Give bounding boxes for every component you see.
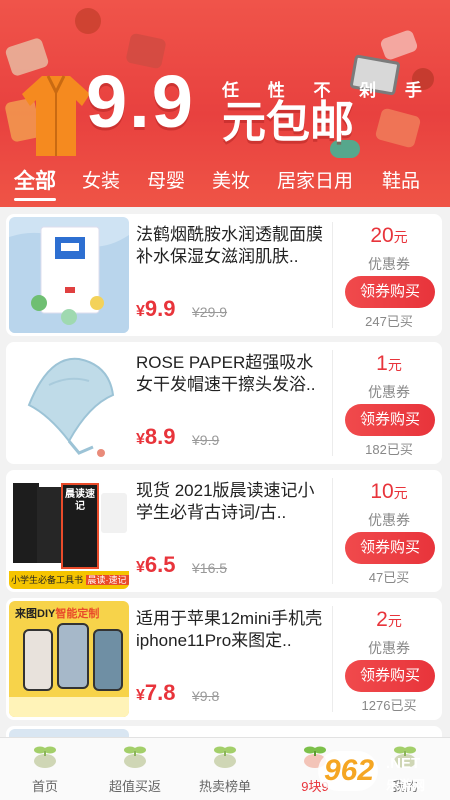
watermark-sub: 乐游网 [386, 778, 426, 793]
coupon-amount: 1元 [376, 352, 402, 375]
nav-home-label: 首页 [31, 779, 58, 794]
promo-banner: 9.9 任 性 不 剁 手 元包邮 全部 女装 母婴 美妆 居家日用 鞋品 [0, 0, 450, 207]
get-coupon-buy-button[interactable]: 领券购买 [345, 660, 435, 692]
nav-home[interactable]: 首页 [0, 738, 90, 800]
get-coupon-buy-button[interactable]: 领券购买 [345, 276, 435, 308]
coupon-amount: 10元 [370, 480, 408, 503]
divider [332, 350, 333, 456]
product-card[interactable] [6, 726, 442, 737]
nav-hot-list[interactable]: 热卖榜单 [180, 738, 270, 800]
product-title[interactable]: 现货 2021版晨读速记小学生必背古诗词/古.. [136, 480, 326, 524]
tab-home-daily[interactable]: 居家日用 [277, 166, 353, 198]
coupon-amount: 20元 [370, 224, 408, 247]
divider [332, 222, 333, 328]
watermark-logo: 962 [324, 754, 375, 787]
original-price: ¥16.5 [192, 560, 228, 576]
tab-shoes[interactable]: 鞋品 [382, 166, 420, 198]
banner-decoration [75, 8, 101, 34]
sprout-icon [124, 746, 146, 768]
sold-count: 47已买 [368, 570, 410, 585]
category-tabs: 全部 女装 母婴 美妆 居家日用 鞋品 [0, 166, 450, 202]
product-thumbnail: 晨读速记 小学生必备工具书 晨读·速记 [9, 473, 129, 589]
product-card[interactable]: 来图DIY智能定制 适用于苹果12mini手机壳iphone11Pro来图定..… [6, 598, 442, 720]
tab-mother-baby[interactable]: 母婴 [147, 166, 185, 198]
product-card[interactable]: 法鹤烟酰胺水润透靓面膜补水保湿女滋润肌肤.. ¥9.9 ¥29.9 20元 优惠… [6, 214, 442, 336]
product-list[interactable]: 法鹤烟酰胺水润透靓面膜补水保湿女滋润肌肤.. ¥9.9 ¥29.9 20元 优惠… [0, 207, 450, 737]
active-tab-indicator [14, 198, 56, 201]
nav-hot-list-label: 热卖榜单 [198, 779, 251, 794]
sold-count: 1276已买 [361, 698, 417, 713]
divider [332, 478, 333, 584]
tab-all[interactable]: 全部 [14, 166, 56, 198]
banner-decoration [374, 107, 422, 149]
coupon-label: 优惠券 [368, 512, 410, 528]
product-card[interactable]: 晨读速记 小学生必备工具书 晨读·速记 现货 2021版晨读速记小学生必背古诗词… [6, 470, 442, 592]
product-price: ¥6.5 [136, 552, 176, 577]
product-thumbnail [9, 345, 129, 461]
sprout-icon [34, 746, 56, 768]
sold-count: 247已买 [365, 314, 413, 329]
banner-headline: 元包邮 [222, 98, 354, 147]
original-price: ¥29.9 [192, 304, 228, 320]
product-title[interactable]: 适用于苹果12mini手机壳iphone11Pro来图定.. [136, 608, 326, 652]
get-coupon-buy-button[interactable]: 领券购买 [345, 532, 435, 564]
banner-big-price: 9.9 [86, 60, 195, 143]
coat-image [22, 75, 90, 156]
product-price: ¥8.9 [136, 424, 176, 449]
tab-womens-clothing[interactable]: 女装 [82, 166, 120, 198]
original-price: ¥9.8 [192, 688, 220, 704]
product-card[interactable]: ROSE PAPER超强吸水女干发帽速干擦头发浴.. ¥8.9 ¥9.9 1元 … [6, 342, 442, 464]
banner-decoration [379, 28, 419, 62]
product-title[interactable]: ROSE PAPER超强吸水女干发帽速干擦头发浴.. [136, 352, 326, 396]
product-thumbnail [9, 217, 129, 333]
watermark-suffix: .NET [386, 755, 421, 772]
product-thumbnail: 来图DIY智能定制 [9, 601, 129, 717]
site-watermark: 962 .NET 乐游网 [318, 747, 448, 797]
product-price: ¥7.8 [136, 680, 176, 705]
get-coupon-buy-button[interactable]: 领券购买 [345, 404, 435, 436]
product-title[interactable]: 法鹤烟酰胺水润透靓面膜补水保湿女滋润肌肤.. [136, 224, 326, 268]
nav-cashback-label: 超值买返 [108, 779, 161, 794]
product-price: ¥9.9 [136, 296, 176, 321]
sold-count: 182已买 [365, 442, 413, 457]
coupon-label: 优惠券 [368, 384, 410, 400]
nav-cashback[interactable]: 超值买返 [90, 738, 180, 800]
original-price: ¥9.9 [192, 432, 220, 448]
coupon-label: 优惠券 [368, 256, 410, 272]
coupon-amount: 2元 [376, 608, 402, 631]
tab-beauty[interactable]: 美妆 [212, 166, 250, 198]
sprout-icon [214, 746, 236, 768]
divider [332, 606, 333, 712]
coupon-label: 优惠券 [368, 640, 410, 656]
